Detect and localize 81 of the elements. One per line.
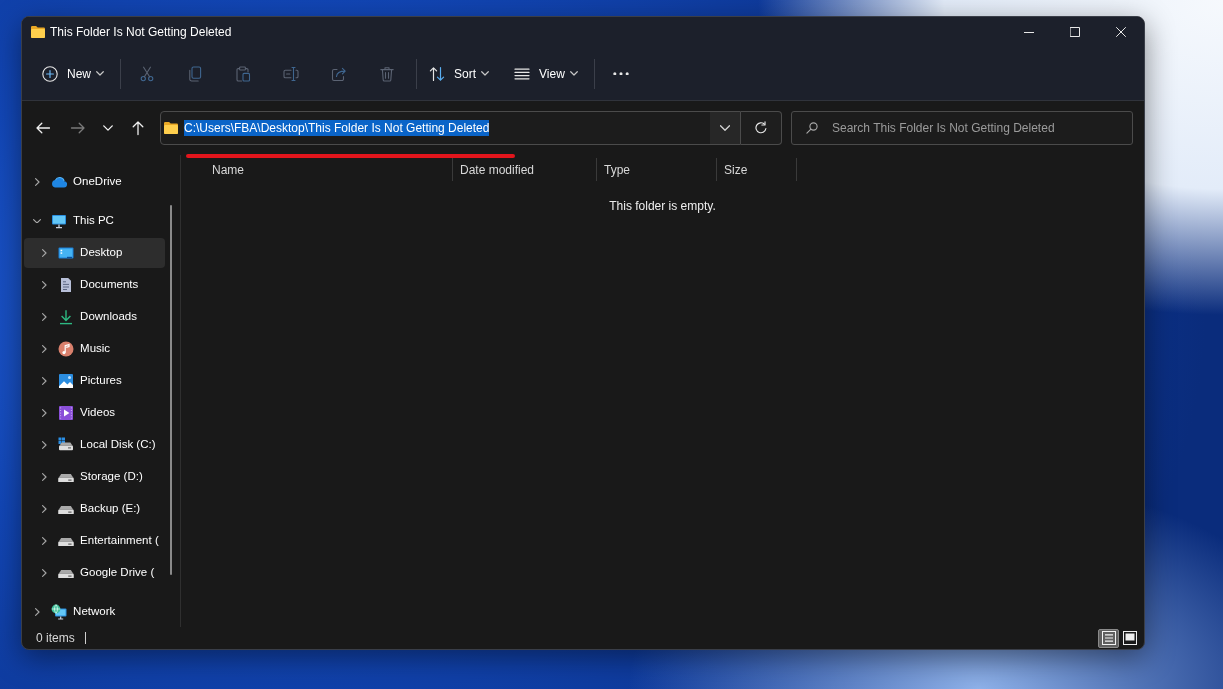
up-arrow-icon	[130, 120, 146, 136]
sidebar-item[interactable]: Pictures	[24, 366, 165, 396]
sidebar-item[interactable]: Documents	[24, 270, 165, 300]
plus-circle-icon	[42, 65, 58, 82]
window-title: This Folder Is Not Getting Deleted	[50, 24, 232, 41]
forward-arrow-icon	[70, 120, 86, 136]
chevron-icon[interactable]	[42, 537, 47, 545]
column-header[interactable]: Size	[717, 158, 797, 181]
chevron-icon[interactable]	[42, 569, 47, 577]
music-icon	[58, 341, 75, 357]
address-dropdown-button[interactable]	[710, 112, 740, 144]
minimize-icon	[1024, 31, 1034, 33]
sidebar-item[interactable]: Videos	[24, 398, 165, 428]
picture-icon	[58, 373, 75, 389]
maximize-icon	[1070, 27, 1080, 37]
folder-icon	[163, 120, 179, 136]
close-icon	[1116, 27, 1126, 37]
chevron-icon[interactable]	[33, 218, 41, 224]
scrollbar-thumb[interactable]	[170, 205, 172, 575]
chevron-icon[interactable]	[42, 345, 47, 353]
chevron-icon[interactable]	[42, 281, 47, 289]
details-view-icon	[1101, 631, 1116, 645]
sidebar-item[interactable]: Downloads	[24, 302, 165, 332]
chevron-icon[interactable]	[35, 608, 40, 616]
column-header[interactable]: Type	[597, 158, 717, 181]
monitor-icon	[51, 213, 67, 229]
sidebar-item[interactable]: Google Drive (	[24, 558, 165, 588]
folder-icon	[30, 24, 46, 40]
tiles-view-icon	[1122, 631, 1137, 645]
address-field[interactable]: C:\Users\FBA\Desktop\This Folder Is Not Getting Deleted	[160, 111, 741, 145]
sidebar-item[interactable]: This PC	[24, 206, 165, 236]
caret-icon	[103, 125, 113, 131]
drive-icon	[58, 473, 75, 483]
cloud-icon	[51, 176, 68, 188]
chevron-icon[interactable]	[42, 473, 47, 481]
item-count: 0 items	[36, 630, 75, 647]
sidebar-item[interactable]: Network	[24, 597, 165, 627]
network-icon	[51, 604, 68, 620]
sidebar-item[interactable]: Local Disk (C:)	[24, 430, 165, 460]
search-icon	[806, 122, 818, 134]
trash-icon	[379, 65, 395, 82]
system-drive-icon	[58, 437, 75, 453]
column-header[interactable]: Name	[181, 158, 453, 181]
scissors-icon	[139, 65, 155, 82]
chevron-icon[interactable]	[42, 313, 47, 321]
sidebar-item[interactable]: Backup (E:)	[24, 494, 165, 524]
share-icon	[331, 65, 347, 82]
sort-icon	[429, 65, 445, 82]
copy-icon	[187, 65, 203, 82]
more-icon	[612, 71, 629, 76]
view-button[interactable]: View	[508, 56, 585, 91]
chevron-icon[interactable]	[42, 505, 47, 513]
download-icon	[58, 309, 75, 325]
chevron-icon[interactable]	[42, 377, 47, 385]
search-field[interactable]: Search This Folder Is Not Getting Deleted	[791, 111, 1133, 145]
address-path-text[interactable]: C:\Users\FBA\Desktop\This Folder Is Not Getting Deleted	[184, 120, 490, 136]
sidebar-item[interactable]: OneDrive	[24, 167, 165, 197]
new-button[interactable]: New	[36, 56, 111, 91]
video-icon	[58, 405, 75, 421]
sidebar-item[interactable]: Entertainment (	[24, 526, 165, 556]
chevron-icon[interactable]	[42, 441, 47, 449]
chevron-icon[interactable]	[35, 178, 40, 186]
clipboard-icon	[235, 65, 251, 82]
details-view-button[interactable]	[1098, 628, 1119, 648]
sidebar-item[interactable]: Storage (D:)	[24, 462, 165, 492]
back-arrow-icon	[35, 120, 51, 136]
sidebar-item[interactable]: Music	[24, 334, 165, 364]
desktop-icon	[58, 245, 75, 261]
rename-icon	[283, 65, 299, 82]
drive-icon	[58, 505, 75, 515]
empty-folder-message: This folder is empty.	[608, 198, 717, 215]
sort-button[interactable]: Sort	[423, 56, 497, 91]
drive-icon	[58, 537, 75, 547]
chevron-icon[interactable]	[42, 409, 47, 417]
refresh-button[interactable]	[741, 111, 782, 145]
drive-icon	[58, 569, 75, 579]
caret-icon	[720, 125, 730, 131]
refresh-icon	[754, 121, 768, 135]
column-header[interactable]: Date modified	[453, 158, 597, 181]
chevron-icon[interactable]	[42, 249, 47, 257]
sidebar-item[interactable]: Desktop	[24, 238, 165, 268]
